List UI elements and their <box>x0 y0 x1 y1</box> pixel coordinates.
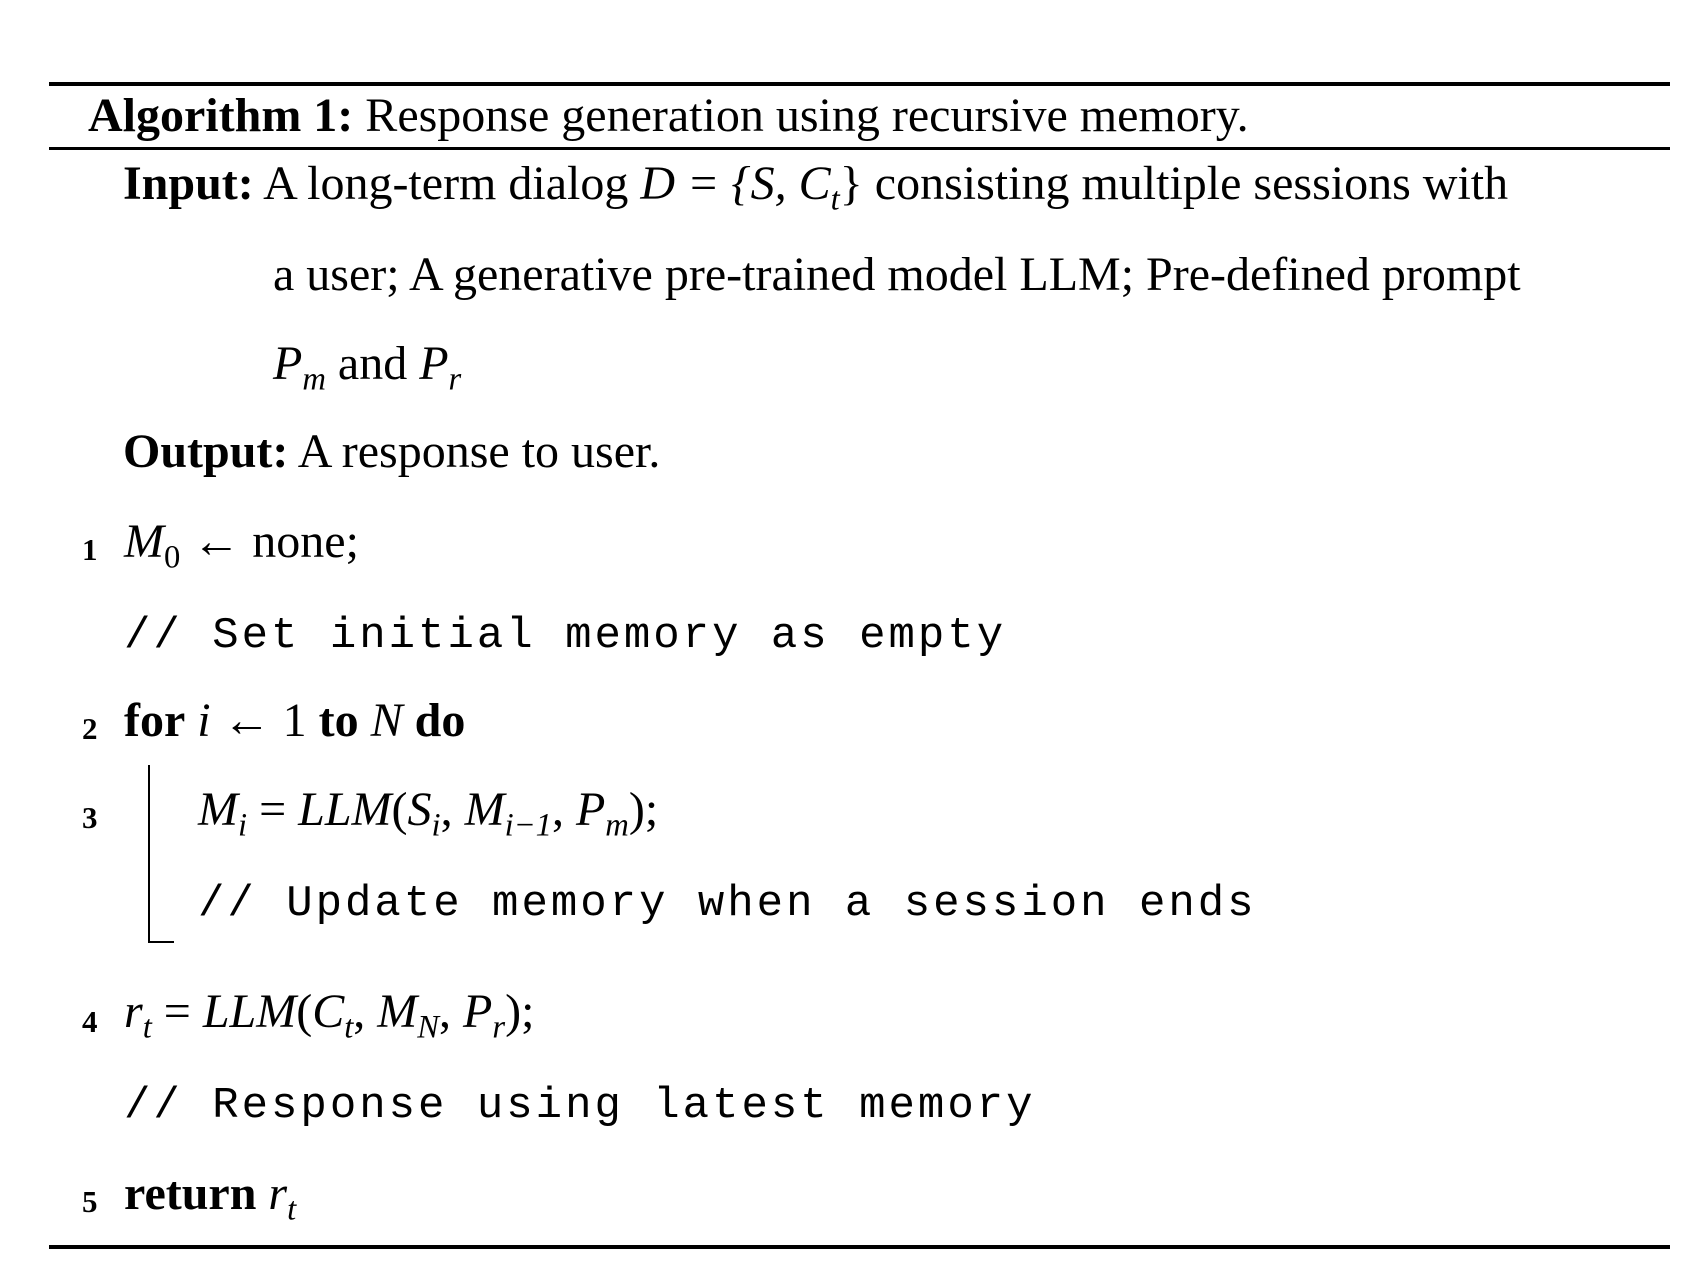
output-text: A response to user. <box>297 425 661 478</box>
input-and: and <box>337 337 408 390</box>
line-number-1: 1 <box>82 532 98 567</box>
keyword-do: do <box>414 694 466 747</box>
input-text-1-post: consisting multiple sessions with <box>874 157 1509 210</box>
return-var: rt <box>268 1167 297 1228</box>
step-1-value: none; <box>252 515 359 568</box>
algorithm-caption: Algorithm 1: Response generation using r… <box>88 92 1249 140</box>
comment-3: // Response using latest memory <box>124 1081 1036 1131</box>
loop-body-end-tick <box>148 941 174 943</box>
caption-rule <box>49 147 1670 150</box>
input-line-3: Pm and Pr <box>273 337 462 398</box>
step-2: for i ← 1 to N do <box>124 697 465 745</box>
input-math-dialog: D = {S, Ct} <box>640 157 863 218</box>
loop-body-bar <box>148 765 150 943</box>
comment-2: // Update memory when a session ends <box>198 879 1257 929</box>
line-number-3: 3 <box>82 800 98 835</box>
output-label: Output: <box>123 425 289 478</box>
input-line-2: a user; A generative pre-trained model L… <box>273 248 1521 301</box>
loop-end: N <box>370 694 403 747</box>
input-text-1-pre: A long-term dialog <box>263 157 629 210</box>
assign-arrow: ← <box>222 694 271 747</box>
assign-arrow: ← <box>192 515 241 568</box>
output-line: Output: A response to user. <box>123 428 660 476</box>
bottom-rule <box>49 1245 1670 1249</box>
llm-call: LLM(Ct, MN, Pr); <box>202 985 535 1046</box>
loop-start: 1 <box>282 694 307 747</box>
input-line-1: Input: A long-term dialog D = {S, Ct} co… <box>123 157 1509 218</box>
memory-m0: M0 <box>124 515 181 576</box>
line-number-4: 4 <box>82 1004 98 1039</box>
llm-call: LLM(Si, Mi−1, Pm); <box>298 783 659 844</box>
keyword-for: for <box>124 694 186 747</box>
step-3: Mi = LLM(Si, Mi−1, Pm); <box>198 783 659 844</box>
comment-1: // Set initial memory as empty <box>124 611 1007 661</box>
caption-text: Response generation using recursive memo… <box>365 89 1249 142</box>
keyword-return: return <box>124 1167 257 1220</box>
prompt-pm: Pm <box>273 337 326 398</box>
step-1: M0 ← none; <box>124 515 359 576</box>
step-5: return rt <box>124 1167 297 1228</box>
line-number-5: 5 <box>82 1184 98 1219</box>
step-4: rt = LLM(Ct, MN, Pr); <box>124 985 535 1046</box>
line-number-2: 2 <box>82 711 98 746</box>
loop-var: i <box>197 694 211 747</box>
input-label: Input: <box>123 157 254 210</box>
caption-label: Algorithm 1: <box>88 89 354 142</box>
prompt-pr: Pr <box>419 337 462 398</box>
top-rule <box>49 82 1670 86</box>
keyword-to: to <box>318 694 359 747</box>
